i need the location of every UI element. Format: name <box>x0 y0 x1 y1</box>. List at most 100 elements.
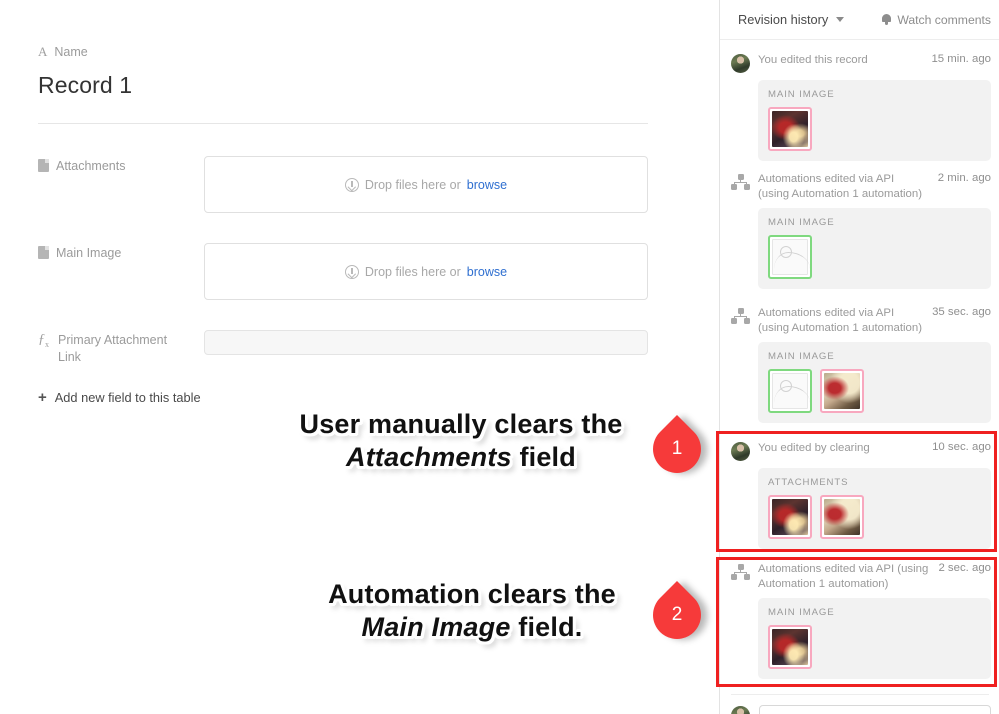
thumbnail-list <box>768 369 981 413</box>
automation-icon <box>731 564 750 580</box>
dropzone-text: Drop files here or <box>364 264 461 279</box>
image-placeholder-icon <box>772 239 808 275</box>
name-field-label-text: Name <box>54 45 88 59</box>
attachments-dropzone[interactable]: Drop files here or browse <box>204 156 648 213</box>
annotation-line-2: field <box>511 442 576 472</box>
add-new-field-button[interactable]: + Add new field to this table <box>38 390 201 406</box>
field-label-text: Attachments <box>56 159 126 173</box>
image-placeholder-icon <box>772 373 808 409</box>
revision-history-title: Revision history <box>738 12 829 27</box>
revision-entry[interactable]: Automations edited via API (using Automa… <box>720 306 999 423</box>
user-avatar <box>731 442 750 461</box>
revision-entry-highlighted[interactable]: You edited by clearing 10 sec. ago ATTAC… <box>720 441 999 549</box>
entry-description: Automations edited via API (using Automa… <box>758 563 929 590</box>
thumbnail-image <box>824 499 860 535</box>
step-marker-2: 2 <box>643 581 715 649</box>
add-new-field-label: Add new field to this table <box>54 390 201 405</box>
attachment-icon <box>38 246 49 259</box>
field-label-attachments: Attachments <box>38 156 204 213</box>
text-field-icon: A <box>38 44 48 59</box>
download-circle-icon <box>344 177 359 192</box>
field-control-main-image: Drop files here or browse <box>204 243 648 300</box>
entry-description: You edited by clearing <box>758 442 870 454</box>
step-marker-number: 1 <box>671 438 683 459</box>
record-title[interactable]: Record 1 <box>38 72 648 99</box>
thumbnail-list <box>768 235 981 279</box>
browse-link[interactable]: browse <box>467 178 507 192</box>
revision-entry[interactable]: Automations edited via API (using Automa… <box>720 172 999 289</box>
automation-icon <box>731 308 750 324</box>
changed-field-name: MAIN IMAGE <box>768 217 835 228</box>
entry-timestamp: 10 sec. ago <box>932 441 991 453</box>
attachment-thumbnail[interactable] <box>768 107 812 151</box>
entry-change-card: MAIN IMAGE <box>758 342 991 423</box>
entry-description: Automations edited via API (using Automa… <box>758 307 922 334</box>
entry-change-card: MAIN IMAGE <box>758 208 991 289</box>
main-image-dropzone[interactable]: Drop files here or browse <box>204 243 648 300</box>
user-avatar <box>731 706 750 714</box>
revision-history-dropdown[interactable]: Revision history <box>738 12 845 27</box>
attachment-icon <box>38 159 49 172</box>
entry-header: Automations edited via API (using Automa… <box>731 306 991 335</box>
field-row-primary-attachment-link: ƒx Primary Attachment Link <box>38 330 648 366</box>
user-avatar <box>731 54 750 73</box>
entry-header: Automations edited via API (using Automa… <box>731 172 991 201</box>
attachment-thumbnail[interactable] <box>768 369 812 413</box>
revision-entry[interactable]: You edited this record 15 min. ago MAIN … <box>720 53 999 161</box>
changed-field-name: MAIN IMAGE <box>768 351 835 362</box>
revision-history-header: Revision history Watch comments <box>720 0 999 40</box>
annotation-line-1: User manually clears the <box>299 409 623 439</box>
download-circle-icon <box>344 264 359 279</box>
annotation-emphasis: Main Image <box>361 612 511 642</box>
entry-timestamp: 2 min. ago <box>937 172 991 184</box>
comment-compose-row[interactable] <box>720 705 999 714</box>
revision-entry-highlighted[interactable]: Automations edited via API (using Automa… <box>720 562 999 679</box>
entry-description: You edited this record <box>758 54 868 66</box>
entry-header: You edited by clearing 10 sec. ago <box>731 441 991 461</box>
field-label-text: Primary Attachment Link <box>58 333 168 364</box>
annotation-line-1: Automation clears the <box>328 579 616 609</box>
name-field-label: A Name <box>38 44 648 60</box>
thumbnail-image <box>772 111 808 147</box>
browse-link[interactable]: browse <box>467 265 507 279</box>
thumbnail-list <box>768 495 981 539</box>
attachment-thumbnail[interactable] <box>820 495 864 539</box>
entry-change-card: MAIN IMAGE <box>758 598 991 679</box>
watch-comments-button[interactable]: Watch comments <box>882 13 991 27</box>
thumbnail-image <box>824 373 860 409</box>
formula-icon: ƒx <box>38 332 49 349</box>
entry-header: Automations edited via API (using Automa… <box>731 562 991 591</box>
attachment-thumbnail[interactable] <box>820 369 864 413</box>
primary-attachment-link-input <box>204 330 648 355</box>
annotation-emphasis: Attachments <box>346 442 512 472</box>
field-label-primary-attachment-link: ƒx Primary Attachment Link <box>38 330 204 366</box>
comment-divider <box>731 694 989 695</box>
comment-input[interactable] <box>759 705 991 714</box>
field-row-main-image: Main Image Drop files here or browse <box>38 243 648 300</box>
entry-timestamp: 2 sec. ago <box>938 562 991 574</box>
chevron-down-icon <box>836 17 845 22</box>
attachment-thumbnail[interactable] <box>768 495 812 539</box>
field-label-main-image: Main Image <box>38 243 204 300</box>
attachment-thumbnail[interactable] <box>768 625 812 669</box>
changed-field-name: ATTACHMENTS <box>768 477 849 488</box>
entry-change-card: ATTACHMENTS <box>758 468 991 549</box>
field-row-attachments: Attachments Drop files here or browse <box>38 156 648 213</box>
field-label-text: Main Image <box>56 246 122 260</box>
attachment-thumbnail[interactable] <box>768 235 812 279</box>
entry-header: You edited this record 15 min. ago <box>731 53 991 73</box>
annotation-callout-1: User manually clears the Attachments fie… <box>286 408 636 474</box>
thumbnail-image <box>772 629 808 665</box>
changed-field-name: MAIN IMAGE <box>768 89 835 100</box>
dropzone-text: Drop files here or <box>364 177 461 192</box>
bell-icon <box>882 14 892 25</box>
name-field-block: A Name Record 1 <box>38 44 648 99</box>
thumbnail-list <box>768 625 981 669</box>
watch-comments-label: Watch comments <box>897 12 991 27</box>
thumbnail-list <box>768 107 981 151</box>
step-marker-1: 1 <box>643 415 715 483</box>
thumbnail-image <box>772 499 808 535</box>
revision-entry-list[interactable]: You edited this record 15 min. ago MAIN … <box>720 41 999 714</box>
automation-icon <box>731 174 750 190</box>
field-control-primary-attachment-link <box>204 330 648 366</box>
